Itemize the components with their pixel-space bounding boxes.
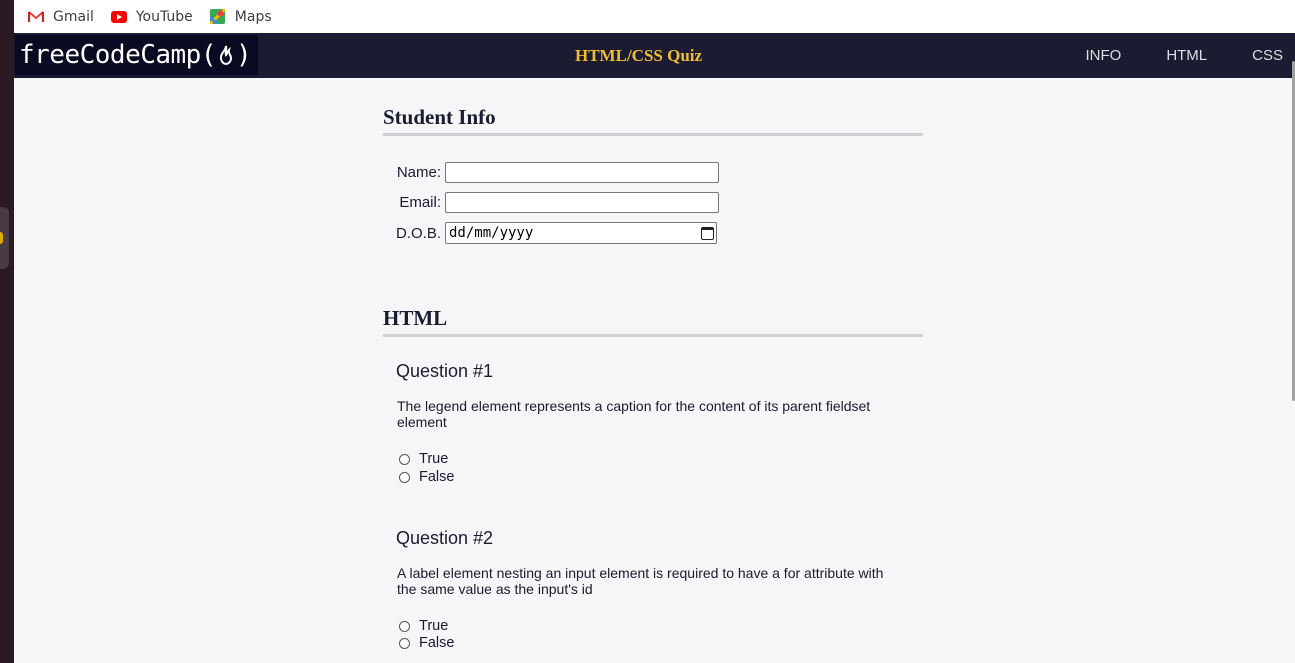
os-dock-strip	[0, 0, 14, 663]
dob-row: D.O.B. dd/mm/yyyy	[383, 222, 717, 244]
email-input[interactable]	[445, 192, 719, 213]
bookmark-youtube[interactable]: YouTube	[110, 9, 193, 25]
name-row: Name:	[383, 162, 719, 183]
q1-option-false[interactable]: False	[399, 469, 454, 485]
email-label: Email:	[399, 194, 441, 211]
radio-button[interactable]	[399, 637, 410, 649]
page-title: HTML/CSS Quiz	[575, 46, 703, 65]
bookmark-gmail[interactable]: Gmail	[27, 9, 94, 25]
gmail-icon	[27, 10, 45, 24]
q2-option-false[interactable]: False	[399, 635, 454, 651]
question-text: The legend element represents a caption …	[397, 398, 871, 430]
option-label: True	[419, 618, 449, 634]
question-text: A label element nesting an input element…	[397, 565, 884, 597]
option-label: False	[419, 469, 455, 485]
dock-indicator	[0, 232, 3, 244]
nav-link-info[interactable]: INFO	[1085, 47, 1121, 64]
flame-icon	[219, 45, 233, 66]
question-title: Question #2	[396, 528, 494, 548]
dob-label: D.O.B.	[395, 224, 441, 242]
bookmarks-bar: Gmail YouTube Maps	[14, 0, 1295, 33]
q2-option-true[interactable]: True	[399, 618, 448, 634]
student-info-heading: Student Info	[383, 105, 923, 136]
question-1: Question #1 The legend element represent…	[396, 361, 916, 485]
bookmark-label: Gmail	[53, 8, 94, 25]
maps-icon	[209, 9, 227, 24]
dob-placeholder: dd/mm/yyyy	[449, 225, 534, 241]
nav-link-css[interactable]: CSS	[1252, 47, 1283, 64]
radio-button[interactable]	[399, 471, 410, 483]
html-section: HTML Question #1 The legend element repr…	[383, 306, 923, 651]
email-row: Email:	[383, 192, 719, 213]
option-label: False	[419, 635, 455, 651]
name-input[interactable]	[445, 162, 719, 183]
logo-text: freeCodeCamp(	[19, 40, 217, 70]
bookmark-maps[interactable]: Maps	[209, 9, 272, 25]
nav-links: INFO HTML CSS	[1040, 33, 1283, 78]
html-heading: HTML	[383, 306, 923, 337]
q1-option-true[interactable]: True	[399, 451, 448, 467]
youtube-icon	[110, 10, 128, 24]
calendar-icon[interactable]	[701, 226, 714, 240]
logo-text-end: )	[236, 40, 252, 70]
student-info-section: Student Info Name: Email: D.O.B. dd/mm/y…	[383, 105, 923, 244]
nav-link-html[interactable]: HTML	[1166, 47, 1207, 64]
question-2: Question #2 A label element nesting an i…	[396, 528, 916, 651]
radio-button[interactable]	[399, 453, 410, 465]
dob-date-input[interactable]: dd/mm/yyyy	[445, 222, 717, 244]
freecodecamp-logo[interactable]: freeCodeCamp( )	[15, 35, 258, 75]
top-navbar: freeCodeCamp( ) HTML/CSS Quiz INFO HTML …	[14, 33, 1295, 78]
bookmark-label: YouTube	[135, 8, 193, 25]
radio-button[interactable]	[399, 620, 410, 632]
option-label: True	[419, 451, 449, 467]
question-title: Question #1	[396, 361, 494, 381]
bookmark-label: Maps	[234, 8, 272, 25]
name-label: Name:	[396, 164, 441, 181]
